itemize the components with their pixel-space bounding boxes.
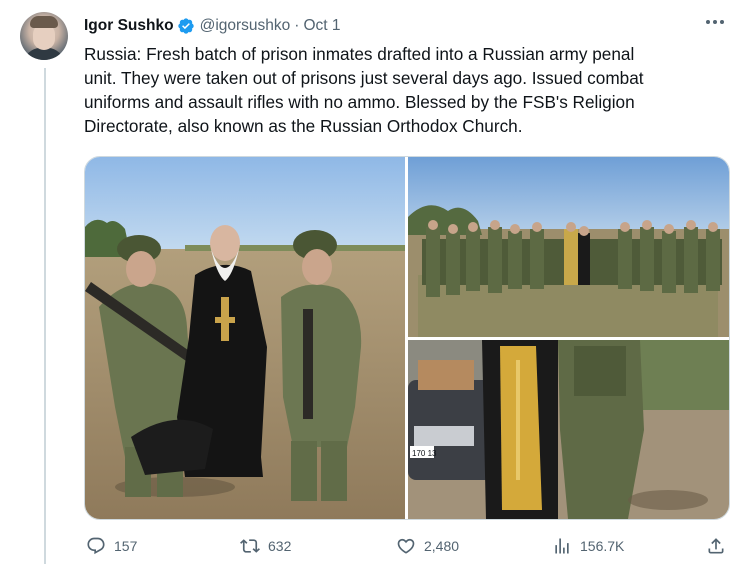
verified-badge-icon[interactable] [177, 17, 195, 35]
views-button[interactable]: 156.7K [552, 536, 624, 556]
photo-1-image [85, 157, 405, 519]
retweet-count: 632 [268, 538, 292, 554]
tweet-text-line: Russia: Fresh batch of prison inmates dr… [84, 44, 635, 64]
reply-icon [87, 537, 105, 555]
tweet-text-line: Directorate, also known as the Russian O… [84, 116, 523, 136]
thread-line [44, 68, 46, 564]
more-options-icon[interactable] [706, 14, 724, 30]
retweet-icon [240, 539, 260, 553]
more-dot [706, 20, 710, 24]
photo-2-image [408, 157, 729, 337]
reply-count: 157 [114, 538, 138, 554]
heart-icon [397, 538, 415, 554]
like-count: 2,480 [424, 538, 460, 554]
tweet-text-line: uniforms and assault rifles with no ammo… [84, 92, 635, 112]
photo-soldiers-with-priest[interactable] [85, 157, 405, 519]
more-dot [720, 20, 724, 24]
separator-dot: · [294, 17, 300, 34]
share-button[interactable] [706, 536, 726, 556]
avatar[interactable] [20, 12, 68, 60]
like-button[interactable]: 2,480 [396, 536, 459, 556]
media-grid: 170 13 [84, 156, 730, 520]
retweet-button[interactable]: 632 [240, 536, 291, 556]
reply-button[interactable]: 157 [86, 536, 137, 556]
share-icon [708, 538, 724, 554]
avatar-hair [30, 16, 58, 28]
view-count: 156.7K [580, 538, 625, 554]
more-dot [713, 20, 717, 24]
tweet-actions: 157 632 2,480 156.7K [84, 536, 728, 558]
tweet-text-line: unit. They were taken out of prisons jus… [84, 68, 644, 88]
tweet-text: Russia: Fresh batch of prison inmates dr… [84, 42, 724, 138]
license-plate-text: 170 13 [412, 449, 437, 458]
tweet-header: Igor Sushko @igorsushko · Oct 1 [84, 15, 341, 37]
photo-priest-soldier-car[interactable]: 170 13 [408, 340, 729, 519]
photo-group-of-soldiers[interactable] [408, 157, 729, 337]
photo-3-image: 170 13 [408, 340, 729, 519]
views-icon [555, 538, 569, 554]
tweet-date[interactable]: Oct 1 [303, 17, 340, 35]
display-name[interactable]: Igor Sushko [84, 17, 174, 35]
user-handle[interactable]: @igorsushko [200, 17, 291, 35]
